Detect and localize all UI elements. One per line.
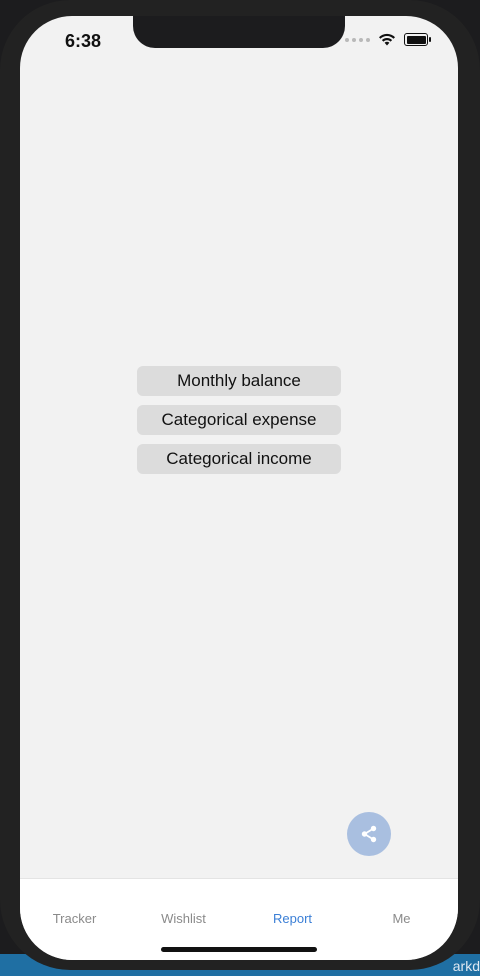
phone-screen: 6:38 Monthly balance Categorical expense… <box>20 16 458 960</box>
phone-frame: 6:38 Monthly balance Categorical expense… <box>0 0 480 970</box>
background-window-text: arkd <box>452 958 480 974</box>
tab-tracker[interactable]: Tracker <box>20 911 129 926</box>
battery-icon <box>404 33 431 46</box>
monthly-balance-button[interactable]: Monthly balance <box>137 366 341 396</box>
home-indicator[interactable] <box>161 947 317 952</box>
share-icon <box>361 825 377 843</box>
status-icons <box>345 33 431 46</box>
tab-bar: Tracker Wishlist Report Me <box>20 878 458 960</box>
wifi-icon <box>379 33 395 46</box>
tab-report[interactable]: Report <box>238 911 347 926</box>
status-time: 6:38 <box>65 31 102 51</box>
notch <box>133 16 345 48</box>
tab-wishlist[interactable]: Wishlist <box>129 911 238 926</box>
share-button[interactable] <box>347 812 391 856</box>
cellular-signal-icon <box>345 37 370 42</box>
categorical-income-button[interactable]: Categorical income <box>137 444 341 474</box>
categorical-expense-button[interactable]: Categorical expense <box>137 405 341 435</box>
report-options: Monthly balance Categorical expense Cate… <box>137 366 341 474</box>
tab-me[interactable]: Me <box>347 911 456 926</box>
